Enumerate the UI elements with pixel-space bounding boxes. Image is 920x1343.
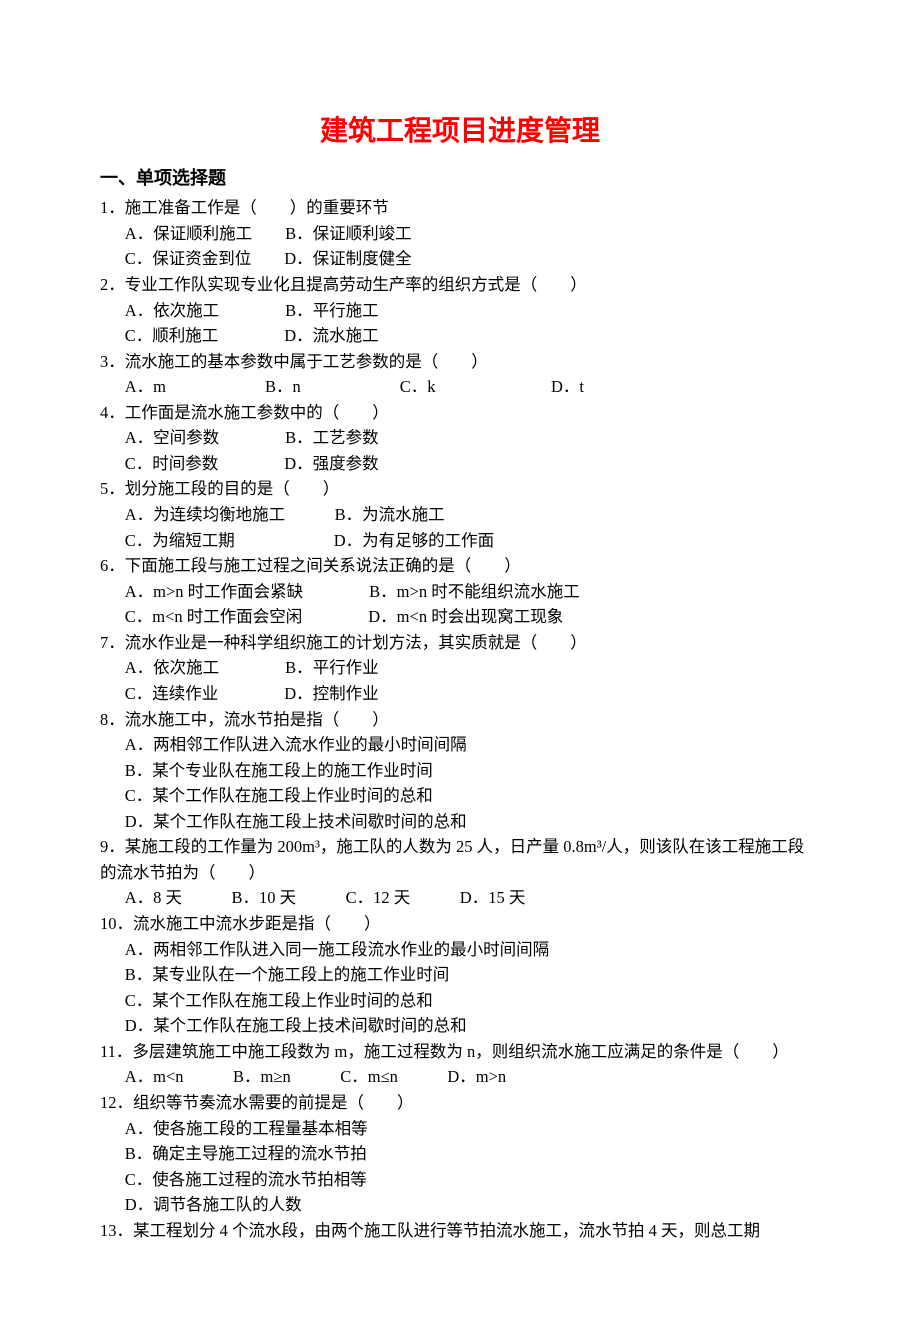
option-line: A．8 天 B．10 天 C．12 天 D．15 天 [125,885,820,911]
option-line: A．为连续均衡地施工 B．为流水施工 [125,502,820,528]
option-line: A．m>n 时工作面会紧缺 B．m>n 时不能组织流水施工 [125,579,820,605]
option-line: A．依次施工 B．平行作业 [125,655,820,681]
option-line: C．顺利施工 D．流水施工 [125,323,820,349]
question-text: 12．组织等节奏流水需要的前提是（ ） [100,1090,820,1116]
question: 2．专业工作队实现专业化且提高劳动生产率的组织方式是（ ）A．依次施工 B．平行… [100,272,820,349]
option-line: C．某个工作队在施工段上作业时间的总和 [125,783,820,809]
question: 10．流水施工中流水步距是指（ ）A．两相邻工作队进入同一施工段流水作业的最小时… [100,911,820,1039]
option-line: C．某个工作队在施工段上作业时间的总和 [125,988,820,1014]
question-text: 10．流水施工中流水步距是指（ ） [100,911,820,937]
option-line: C．保证资金到位 D．保证制度健全 [125,246,820,272]
question-options: A．m>n 时工作面会紧缺 B．m>n 时不能组织流水施工C．m<n 时工作面会… [100,579,820,630]
question: 12．组织等节奏流水需要的前提是（ ）A．使各施工段的工程量基本相等B．确定主导… [100,1090,820,1218]
question-options: A．空间参数 B．工艺参数C．时间参数 D．强度参数 [100,425,820,476]
question: 6．下面施工段与施工过程之间关系说法正确的是（ ）A．m>n 时工作面会紧缺 B… [100,553,820,630]
option-line: A．两相邻工作队进入流水作业的最小时间间隔 [125,732,820,758]
option-line: A．m<n B．m≥n C．m≤n D．m>n [125,1064,820,1090]
question-options: A．为连续均衡地施工 B．为流水施工C．为缩短工期 D．为有足够的工作面 [100,502,820,553]
question-text: 11．多层建筑施工中施工段数为 m，施工过程数为 n，则组织流水施工应满足的条件… [100,1039,820,1065]
option-line: C．连续作业 D．控制作业 [125,681,820,707]
question-text: 2．专业工作队实现专业化且提高劳动生产率的组织方式是（ ） [100,272,820,298]
question: 7．流水作业是一种科学组织施工的计划方法，其实质就是（ ）A．依次施工 B．平行… [100,630,820,707]
option-line: D．某个工作队在施工段上技术间歇时间的总和 [125,1013,820,1039]
option-line: A．使各施工段的工程量基本相等 [125,1116,820,1142]
question: 5．划分施工段的目的是（ ）A．为连续均衡地施工 B．为流水施工C．为缩短工期 … [100,476,820,553]
option-line: A．两相邻工作队进入同一施工段流水作业的最小时间间隔 [125,937,820,963]
question-options: A．依次施工 B．平行施工C．顺利施工 D．流水施工 [100,298,820,349]
question-options: A．两相邻工作队进入同一施工段流水作业的最小时间间隔B．某专业队在一个施工段上的… [100,937,820,1039]
option-line: C．使各施工过程的流水节拍相等 [125,1167,820,1193]
question-text: 7．流水作业是一种科学组织施工的计划方法，其实质就是（ ） [100,630,820,656]
option-line: D．某个工作队在施工段上技术间歇时间的总和 [125,809,820,835]
question: 8．流水施工中，流水节拍是指（ ）A．两相邻工作队进入流水作业的最小时间间隔B．… [100,707,820,835]
option-line: A．依次施工 B．平行施工 [125,298,820,324]
question-text: 3．流水施工的基本参数中属于工艺参数的是（ ） [100,349,820,375]
option-line: B．确定主导施工过程的流水节拍 [125,1141,820,1167]
question-options: A．保证顺利施工 B．保证顺利竣工C．保证资金到位 D．保证制度健全 [100,221,820,272]
section-header: 一、单项选择题 [100,165,820,193]
option-line: C．时间参数 D．强度参数 [125,451,820,477]
question: 4．工作面是流水施工参数中的（ ）A．空间参数 B．工艺参数C．时间参数 D．强… [100,400,820,477]
question-options: A．m<n B．m≥n C．m≤n D．m>n [100,1064,820,1090]
option-line: C．为缩短工期 D．为有足够的工作面 [125,528,820,554]
question: 11．多层建筑施工中施工段数为 m，施工过程数为 n，则组织流水施工应满足的条件… [100,1039,820,1090]
option-line: C．m<n 时工作面会空闲 D．m<n 时会出现窝工现象 [125,604,820,630]
question-options: A．8 天 B．10 天 C．12 天 D．15 天 [100,885,820,911]
question-text: 1．施工准备工作是（ ）的重要环节 [100,195,820,221]
question-text: 4．工作面是流水施工参数中的（ ） [100,400,820,426]
question-text: 13．某工程划分 4 个流水段，由两个施工队进行等节拍流水施工，流水节拍 4 天… [100,1218,820,1244]
option-line: B．某个专业队在施工段上的施工作业时间 [125,758,820,784]
question: 9．某施工段的工作量为 200m³，施工队的人数为 25 人，日产量 0.8m³… [100,834,820,911]
question: 3．流水施工的基本参数中属于工艺参数的是（ ）A．m B．n C．k D．t [100,349,820,400]
question-text: 8．流水施工中，流水节拍是指（ ） [100,707,820,733]
question-options: A．依次施工 B．平行作业C．连续作业 D．控制作业 [100,655,820,706]
question-text: 9．某施工段的工作量为 200m³，施工队的人数为 25 人，日产量 0.8m³… [100,834,820,885]
question-text: 5．划分施工段的目的是（ ） [100,476,820,502]
question: 13．某工程划分 4 个流水段，由两个施工队进行等节拍流水施工，流水节拍 4 天… [100,1218,820,1244]
page-title: 建筑工程项目进度管理 [100,110,820,153]
option-line: A．m B．n C．k D．t [125,374,820,400]
questions-container: 1．施工准备工作是（ ）的重要环节A．保证顺利施工 B．保证顺利竣工C．保证资金… [100,195,820,1243]
question-options: A．使各施工段的工程量基本相等B．确定主导施工过程的流水节拍C．使各施工过程的流… [100,1116,820,1218]
question-text: 6．下面施工段与施工过程之间关系说法正确的是（ ） [100,553,820,579]
option-line: D．调节各施工队的人数 [125,1192,820,1218]
option-line: A．保证顺利施工 B．保证顺利竣工 [125,221,820,247]
question: 1．施工准备工作是（ ）的重要环节A．保证顺利施工 B．保证顺利竣工C．保证资金… [100,195,820,272]
question-options: A．m B．n C．k D．t [100,374,820,400]
option-line: A．空间参数 B．工艺参数 [125,425,820,451]
option-line: B．某专业队在一个施工段上的施工作业时间 [125,962,820,988]
question-options: A．两相邻工作队进入流水作业的最小时间间隔B．某个专业队在施工段上的施工作业时间… [100,732,820,834]
